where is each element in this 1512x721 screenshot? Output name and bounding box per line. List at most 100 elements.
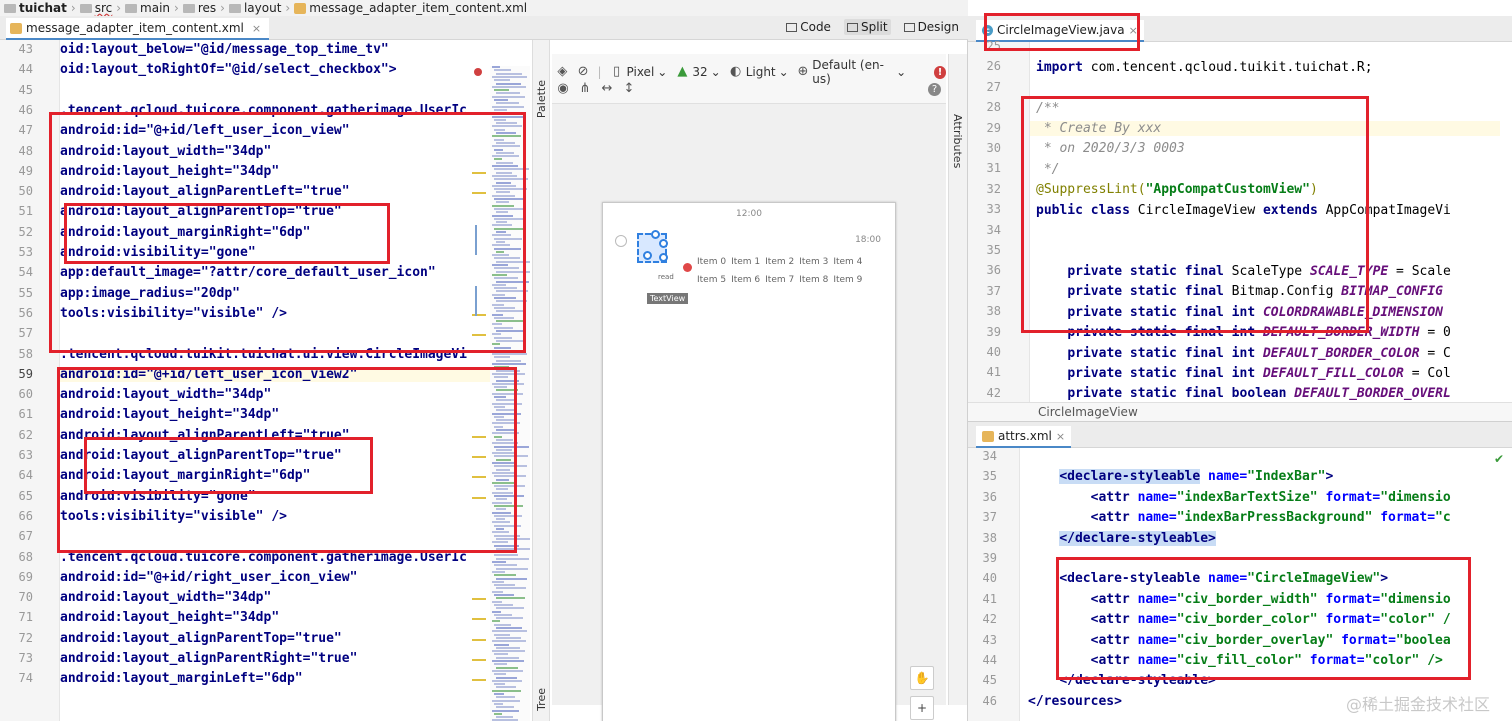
selection-handle[interactable] <box>651 230 660 239</box>
tab-message-adapter-item-content[interactable]: message_adapter_item_content.xml × <box>6 18 270 40</box>
minimap-line <box>492 679 522 682</box>
folder-icon <box>79 3 92 13</box>
phone-preview[interactable]: 12:00 18:00 read Item 0 Item 1 Item 2 Item … <box>602 202 896 721</box>
line-number: 44 <box>18 62 33 77</box>
line-number: 34 <box>986 222 1001 237</box>
line-number: 31 <box>986 161 1001 176</box>
line-number: 71 <box>18 610 33 625</box>
minimap-line <box>496 666 518 669</box>
breadcrumb-layout[interactable]: layout <box>228 1 281 15</box>
pan-hand-button[interactable]: ✋ <box>910 666 934 690</box>
change-marker <box>472 679 486 682</box>
line-number: 64 <box>18 468 33 483</box>
minimap-line <box>494 108 507 111</box>
minimap-line <box>492 699 520 702</box>
line-number: 41 <box>986 365 1001 380</box>
design-surface[interactable]: 12:00 18:00 read Item 0 Item 1 Item 2 Item … <box>552 104 946 721</box>
minimap-line <box>494 356 510 359</box>
breadcrumb-main[interactable]: main <box>125 1 170 15</box>
line-number: 53 <box>18 245 33 259</box>
layers-icon[interactable]: ◈ <box>556 65 569 79</box>
code-mode-button[interactable]: Code <box>783 19 834 35</box>
device-selector[interactable]: ▯ Pixel ⌄ <box>610 65 667 80</box>
line-number: 61 <box>18 407 33 422</box>
minimap-line <box>496 567 528 570</box>
xml-line: </declare-styleable> <box>1059 530 1216 546</box>
minimap-line <box>492 650 525 653</box>
attributes-label[interactable]: Attributes <box>951 114 964 168</box>
minimap-line <box>494 633 510 636</box>
code-line: android:layout_height="34dp" <box>60 610 280 626</box>
expand-vertical-icon[interactable]: ↕ <box>622 82 636 96</box>
line-number: 47 <box>18 123 33 138</box>
preview-time-top: 12:00 <box>736 209 762 219</box>
component-tree-label[interactable]: Tree <box>535 688 548 711</box>
close-icon[interactable]: × <box>1056 430 1065 443</box>
minimap-line <box>492 709 519 712</box>
minimap-line <box>492 600 502 603</box>
breadcrumb-project[interactable]: tuichat <box>4 1 67 15</box>
line-number: 43 <box>982 632 997 647</box>
api-level-selector[interactable]: ▲ 32 ⌄ <box>675 65 721 80</box>
line-number: 74 <box>18 671 33 686</box>
breadcrumb-res[interactable]: res <box>182 1 216 15</box>
eye-icon[interactable]: ◉ <box>556 82 570 96</box>
line-number: 62 <box>18 427 33 442</box>
split-mode-button[interactable]: Split <box>843 19 891 35</box>
minimap-line <box>494 643 509 646</box>
tab-attrs-xml[interactable]: attrs.xml × <box>976 426 1072 448</box>
rotate-icon[interactable]: ⊘ <box>577 65 590 79</box>
minimap-line <box>492 75 527 78</box>
zoom-in-button[interactable]: + <box>910 696 934 720</box>
minimap-line <box>496 597 525 600</box>
palette-label[interactable]: Palette <box>535 80 548 118</box>
minimap-line <box>496 102 519 105</box>
minimap-line <box>494 584 515 587</box>
preview-checkbox[interactable] <box>615 235 627 247</box>
attrs-line-gutter: 34 35 36 37 38 39 40 41 42 43 44 45 46 <box>968 448 1020 721</box>
breadcrumb-file[interactable]: message_adapter_item_content.xml <box>294 1 527 15</box>
xml-file-icon <box>10 22 22 34</box>
minimap-line <box>492 66 500 68</box>
minimap-line <box>496 577 527 580</box>
preview-textview[interactable]: TextView <box>647 293 689 304</box>
selection-handle[interactable] <box>659 253 668 262</box>
selection-handle[interactable] <box>659 239 668 248</box>
selected-icon-view[interactable] <box>637 230 668 263</box>
line-number: 52 <box>18 224 33 239</box>
minimap-line <box>496 716 513 719</box>
breadcrumb: tuichat › src › main › res › layout › me… <box>0 0 968 16</box>
line-number: 68 <box>18 549 33 564</box>
minimap-line <box>496 587 526 590</box>
palette-strip: Palette Tree <box>532 40 550 721</box>
expand-horizontal-icon[interactable]: ↔ <box>600 82 614 96</box>
minimap-line <box>494 712 502 715</box>
annotation-box <box>84 437 373 494</box>
line-number: 45 <box>18 82 33 97</box>
minimap-line <box>494 623 511 626</box>
line-number: 54 <box>18 265 33 280</box>
xml-line: </resources> <box>1028 693 1122 709</box>
selection-handle[interactable] <box>643 251 652 260</box>
chevron-down-icon: ⌄ <box>710 65 721 79</box>
line-number: 51 <box>18 204 33 219</box>
theme-selector[interactable]: ◐ Light ⌄ <box>729 65 789 80</box>
close-icon[interactable]: × <box>252 22 261 35</box>
minimap-line <box>496 686 516 689</box>
preview-items-row: Item 5 Item 6 Item 7 Item 8 Item 9 <box>697 275 863 285</box>
minimap-line <box>492 610 501 613</box>
annotation-box <box>1021 96 1369 333</box>
magnet-icon[interactable]: ⋔ <box>578 82 592 96</box>
line-number: 70 <box>18 590 33 605</box>
java-structure-breadcrumb[interactable]: CircleImageView <box>968 402 1512 421</box>
breadcrumb-separator: › <box>116 1 122 15</box>
editor-tab-bar: message_adapter_item_content.xml × Code … <box>0 16 968 40</box>
design-mode-button[interactable]: Design <box>901 19 962 35</box>
breadcrumb-src[interactable]: src <box>79 1 112 15</box>
minimap-line <box>492 570 505 573</box>
error-badge-icon[interactable]: ! <box>934 65 946 79</box>
help-icon[interactable]: ? <box>928 82 941 96</box>
globe-icon: ⊕ <box>797 64 809 79</box>
watermark: @稀土掘金技术社区 <box>1345 695 1490 714</box>
line-number: 37 <box>986 283 1001 298</box>
